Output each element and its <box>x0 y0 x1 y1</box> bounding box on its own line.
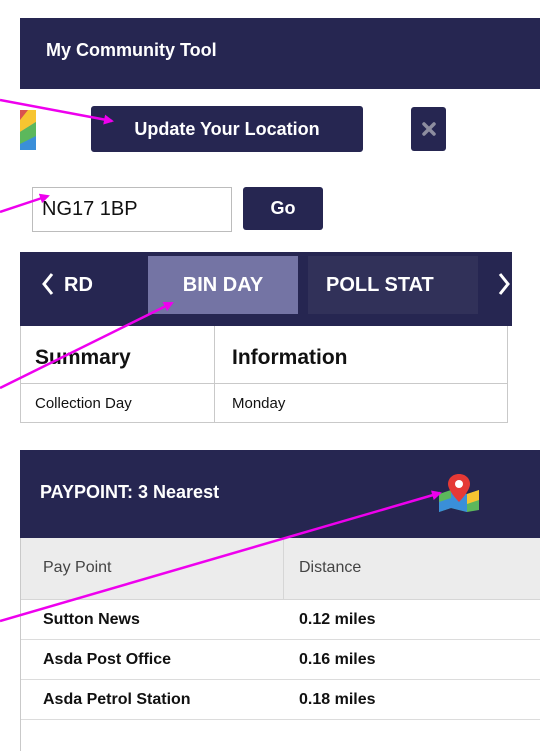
paypoint-table: Pay Point Distance Sutton News 0.12 mile… <box>20 538 540 751</box>
table-cell-value: Monday <box>232 395 286 412</box>
table-divider <box>21 383 507 384</box>
table-divider <box>214 326 215 423</box>
bin-day-table: Summary Information Collection Day Monda… <box>20 326 508 423</box>
close-icon <box>421 122 436 136</box>
paypoint-name: Asda Petrol Station <box>43 691 191 708</box>
service-tabs: RD BIN DAY POLL STAT <box>20 252 512 326</box>
paypoint-table-header: Pay Point Distance <box>21 538 540 600</box>
tab-bin-day[interactable]: BIN DAY <box>148 256 298 314</box>
table-row[interactable]: Asda Post Office 0.16 miles <box>21 640 540 680</box>
tabs-scroll-right[interactable] <box>490 252 512 316</box>
tabs-scroll-left[interactable] <box>34 252 62 316</box>
table-header-information: Information <box>232 346 348 369</box>
map-pin-icon[interactable] <box>437 472 481 512</box>
paypoint-title: PAYPOINT: 3 Nearest <box>40 482 220 502</box>
app-title: My Community Tool <box>46 40 217 60</box>
paypoint-distance: 0.18 miles <box>299 691 376 708</box>
table-row[interactable]: Asda Petrol Station 0.18 miles <box>21 680 540 720</box>
table-cell-label: Collection Day <box>35 395 132 412</box>
map-icon[interactable] <box>20 110 36 150</box>
table-row[interactable]: Sutton News 0.12 miles <box>21 600 540 640</box>
table-divider <box>283 538 284 600</box>
update-location-button[interactable]: Update Your Location <box>91 106 363 152</box>
postcode-input[interactable]: NG17 1BP <box>32 187 232 232</box>
tab-polling-station[interactable]: POLL STAT <box>308 256 478 314</box>
go-button[interactable]: Go <box>243 187 323 230</box>
column-header-pay-point: Pay Point <box>43 559 112 576</box>
paypoint-distance: 0.16 miles <box>299 651 376 668</box>
paypoint-name: Asda Post Office <box>43 651 172 668</box>
clear-location-button[interactable] <box>411 107 446 151</box>
chevron-right-icon <box>498 273 510 295</box>
tab-ward[interactable]: RD <box>64 256 130 314</box>
paypoint-name: Sutton News <box>43 611 140 628</box>
chevron-left-icon <box>42 273 54 295</box>
paypoint-header: PAYPOINT: 3 Nearest <box>20 450 540 538</box>
app-header: My Community Tool <box>20 18 540 89</box>
paypoint-distance: 0.12 miles <box>299 611 376 628</box>
column-header-distance: Distance <box>299 559 362 576</box>
table-header-summary: Summary <box>35 346 131 369</box>
